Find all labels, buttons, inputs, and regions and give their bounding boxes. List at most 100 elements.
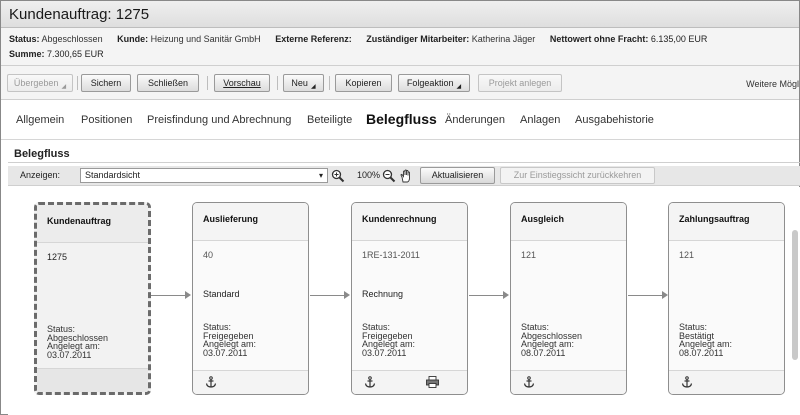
card-title: Kundenauftrag <box>47 216 111 226</box>
new-label: Neu <box>291 78 308 88</box>
card-title: Ausgleich <box>521 214 565 224</box>
card-document-number[interactable]: 40 <box>203 250 213 260</box>
view-select[interactable]: Standardsicht ▾ <box>80 168 328 183</box>
toolbar-separator <box>207 76 208 90</box>
preview-button[interactable]: Vorschau <box>214 74 270 92</box>
tab-general[interactable]: Allgemein <box>16 114 64 126</box>
tab-attachments[interactable]: Anlagen <box>520 114 560 126</box>
net-value: 6.135,00 <box>650 34 686 44</box>
tab-changes[interactable]: Änderungen <box>445 114 505 126</box>
net-currency: EUR <box>688 34 708 44</box>
anchor-icon[interactable] <box>523 376 535 388</box>
header-info-row-1: Status: Abgeschlossen Kunde: Heizung und… <box>9 34 707 44</box>
caret-down-icon: ◢ <box>456 84 462 90</box>
section-divider <box>8 162 800 163</box>
card-document-number[interactable]: 121 <box>679 250 694 260</box>
card-header: Ausgleich <box>511 203 626 241</box>
chevron-down-icon: ▾ <box>318 171 323 180</box>
anchor-icon[interactable] <box>364 376 376 388</box>
card-document-type: Standard <box>203 289 240 299</box>
tab-items[interactable]: Positionen <box>81 114 132 126</box>
card-status-block: Status: Freigegeben Angelegt am: 03.07.2… <box>362 323 415 357</box>
card-footer <box>352 370 467 394</box>
caret-down-icon: ◢ <box>61 84 67 90</box>
zoom-level: 100% <box>357 170 381 180</box>
employee-label: Zuständiger Mitarbeiter: <box>366 34 470 44</box>
card-document-type: Rechnung <box>362 289 404 299</box>
sum-value: 7.300,65 <box>47 49 83 59</box>
card-created-date: 08.07.2011 <box>521 347 566 358</box>
return-to-entry-view-button[interactable]: Zur Einstiegssicht zurückkehren <box>500 167 655 184</box>
sum-label: Summe: <box>9 49 45 59</box>
toolbar-separator <box>77 76 78 90</box>
card-header: Auslieferung <box>193 203 308 241</box>
card-title: Auslieferung <box>203 214 259 224</box>
tab-involved-parties[interactable]: Beteiligte <box>307 114 352 126</box>
card-created-date: 03.07.2011 <box>362 347 407 358</box>
flow-connector <box>469 295 503 296</box>
customer-label: Kunde: <box>117 34 149 44</box>
follow-up-label: Folgeaktion <box>406 78 454 88</box>
hand-pan-icon[interactable] <box>399 169 413 183</box>
save-button[interactable]: Sichern <box>81 74 131 92</box>
copy-button[interactable]: Kopieren <box>335 74 392 92</box>
card-status-block: Status: Abgeschlossen Angelegt am: 03.07… <box>47 325 108 359</box>
flow-card-delivery[interactable]: Auslieferung 40 Standard Status: Freigeg… <box>192 202 309 395</box>
tab-pricing-and-invoicing[interactable]: Preisfindung und Abrechnung <box>147 114 291 126</box>
refresh-button[interactable]: Aktualisieren <box>420 167 495 184</box>
toolbar-separator <box>329 76 330 90</box>
card-created-date: 03.07.2011 <box>203 347 248 358</box>
section-title: Belegfluss <box>14 148 70 160</box>
card-status-block: Status: Bestätigt Angelegt am: 08.07.201… <box>679 323 732 357</box>
toolbar: Übergeben ◢ Sichern Schließen Vorschau Ne… <box>1 66 799 100</box>
tab-strip: Allgemein Positionen Preisfindung und Ab… <box>1 100 799 140</box>
create-project-button[interactable]: Projekt anlegen <box>478 74 562 92</box>
anchor-icon[interactable] <box>681 376 693 388</box>
toolbar-separator <box>277 76 278 90</box>
arrow-right-icon <box>185 291 191 299</box>
view-toolbar: Anzeigen: Standardsicht ▾ 100% Aktualisi… <box>8 166 800 186</box>
card-footer <box>669 370 784 394</box>
flow-connector <box>310 295 344 296</box>
caret-down-icon: ◢ <box>310 84 316 90</box>
card-document-number[interactable]: 121 <box>521 250 536 260</box>
card-status-block: Status: Freigegeben Angelegt am: 03.07.2… <box>203 323 256 357</box>
tab-output-history[interactable]: Ausgabehistorie <box>575 114 654 126</box>
card-footer <box>511 370 626 394</box>
anchor-icon[interactable] <box>205 376 217 388</box>
zoom-out-icon[interactable] <box>382 169 396 183</box>
flow-card-clearing[interactable]: Ausgleich 121 Status: Abgeschlossen Ange… <box>510 202 627 395</box>
flow-card-sales-order[interactable]: Kundenauftrag 1275 Status: Abgeschlossen… <box>34 202 151 395</box>
header-info: Status: Abgeschlossen Kunde: Heizung und… <box>1 28 799 66</box>
pass-on-button[interactable]: Übergeben ◢ <box>7 74 73 92</box>
flow-connector <box>151 295 185 296</box>
card-created-date: 03.07.2011 <box>47 349 92 360</box>
zoom-in-icon[interactable] <box>331 169 345 183</box>
net-value-label: Nettowert ohne Fracht: <box>549 34 649 44</box>
card-header: Zahlungsauftrag <box>669 203 784 241</box>
printer-icon[interactable] <box>426 376 439 388</box>
more-options-link[interactable]: Weitere Mögl <box>746 79 799 89</box>
sum-currency: EUR <box>84 49 104 59</box>
vertical-scrollbar[interactable] <box>792 230 798 360</box>
flow-card-customer-invoice[interactable]: Kundenrechnung 1RE-131-2011 Rechnung Sta… <box>351 202 468 395</box>
pass-on-label: Übergeben <box>13 78 59 88</box>
close-button[interactable]: Schließen <box>137 74 199 92</box>
card-document-number: 1275 <box>47 252 68 262</box>
title-bar: Kundenauftrag: 1275 <box>1 1 799 28</box>
customer-value: Heizung und Sanitär GmbH <box>150 34 261 44</box>
follow-up-action-button[interactable]: Folgeaktion ◢ <box>398 74 470 92</box>
card-footer <box>37 368 148 392</box>
flow-card-payment-order[interactable]: Zahlungsauftrag 121 Status: Bestätigt An… <box>668 202 785 395</box>
tab-document-flow[interactable]: Belegfluss <box>366 111 437 127</box>
card-status-block: Status: Abgeschlossen Angelegt am: 08.07… <box>521 323 582 357</box>
preview-label: Vorschau <box>223 78 261 88</box>
flow-connector <box>628 295 662 296</box>
card-header: Kundenauftrag <box>37 205 148 243</box>
status-label: Status: <box>9 34 40 44</box>
card-header: Kundenrechnung <box>352 203 467 241</box>
new-button[interactable]: Neu ◢ <box>283 74 324 92</box>
card-document-number[interactable]: 1RE-131-2011 <box>362 250 420 260</box>
header-info-row-2: Summe: 7.300,65 EUR <box>9 49 104 59</box>
view-select-value: Standardsicht <box>85 170 141 180</box>
